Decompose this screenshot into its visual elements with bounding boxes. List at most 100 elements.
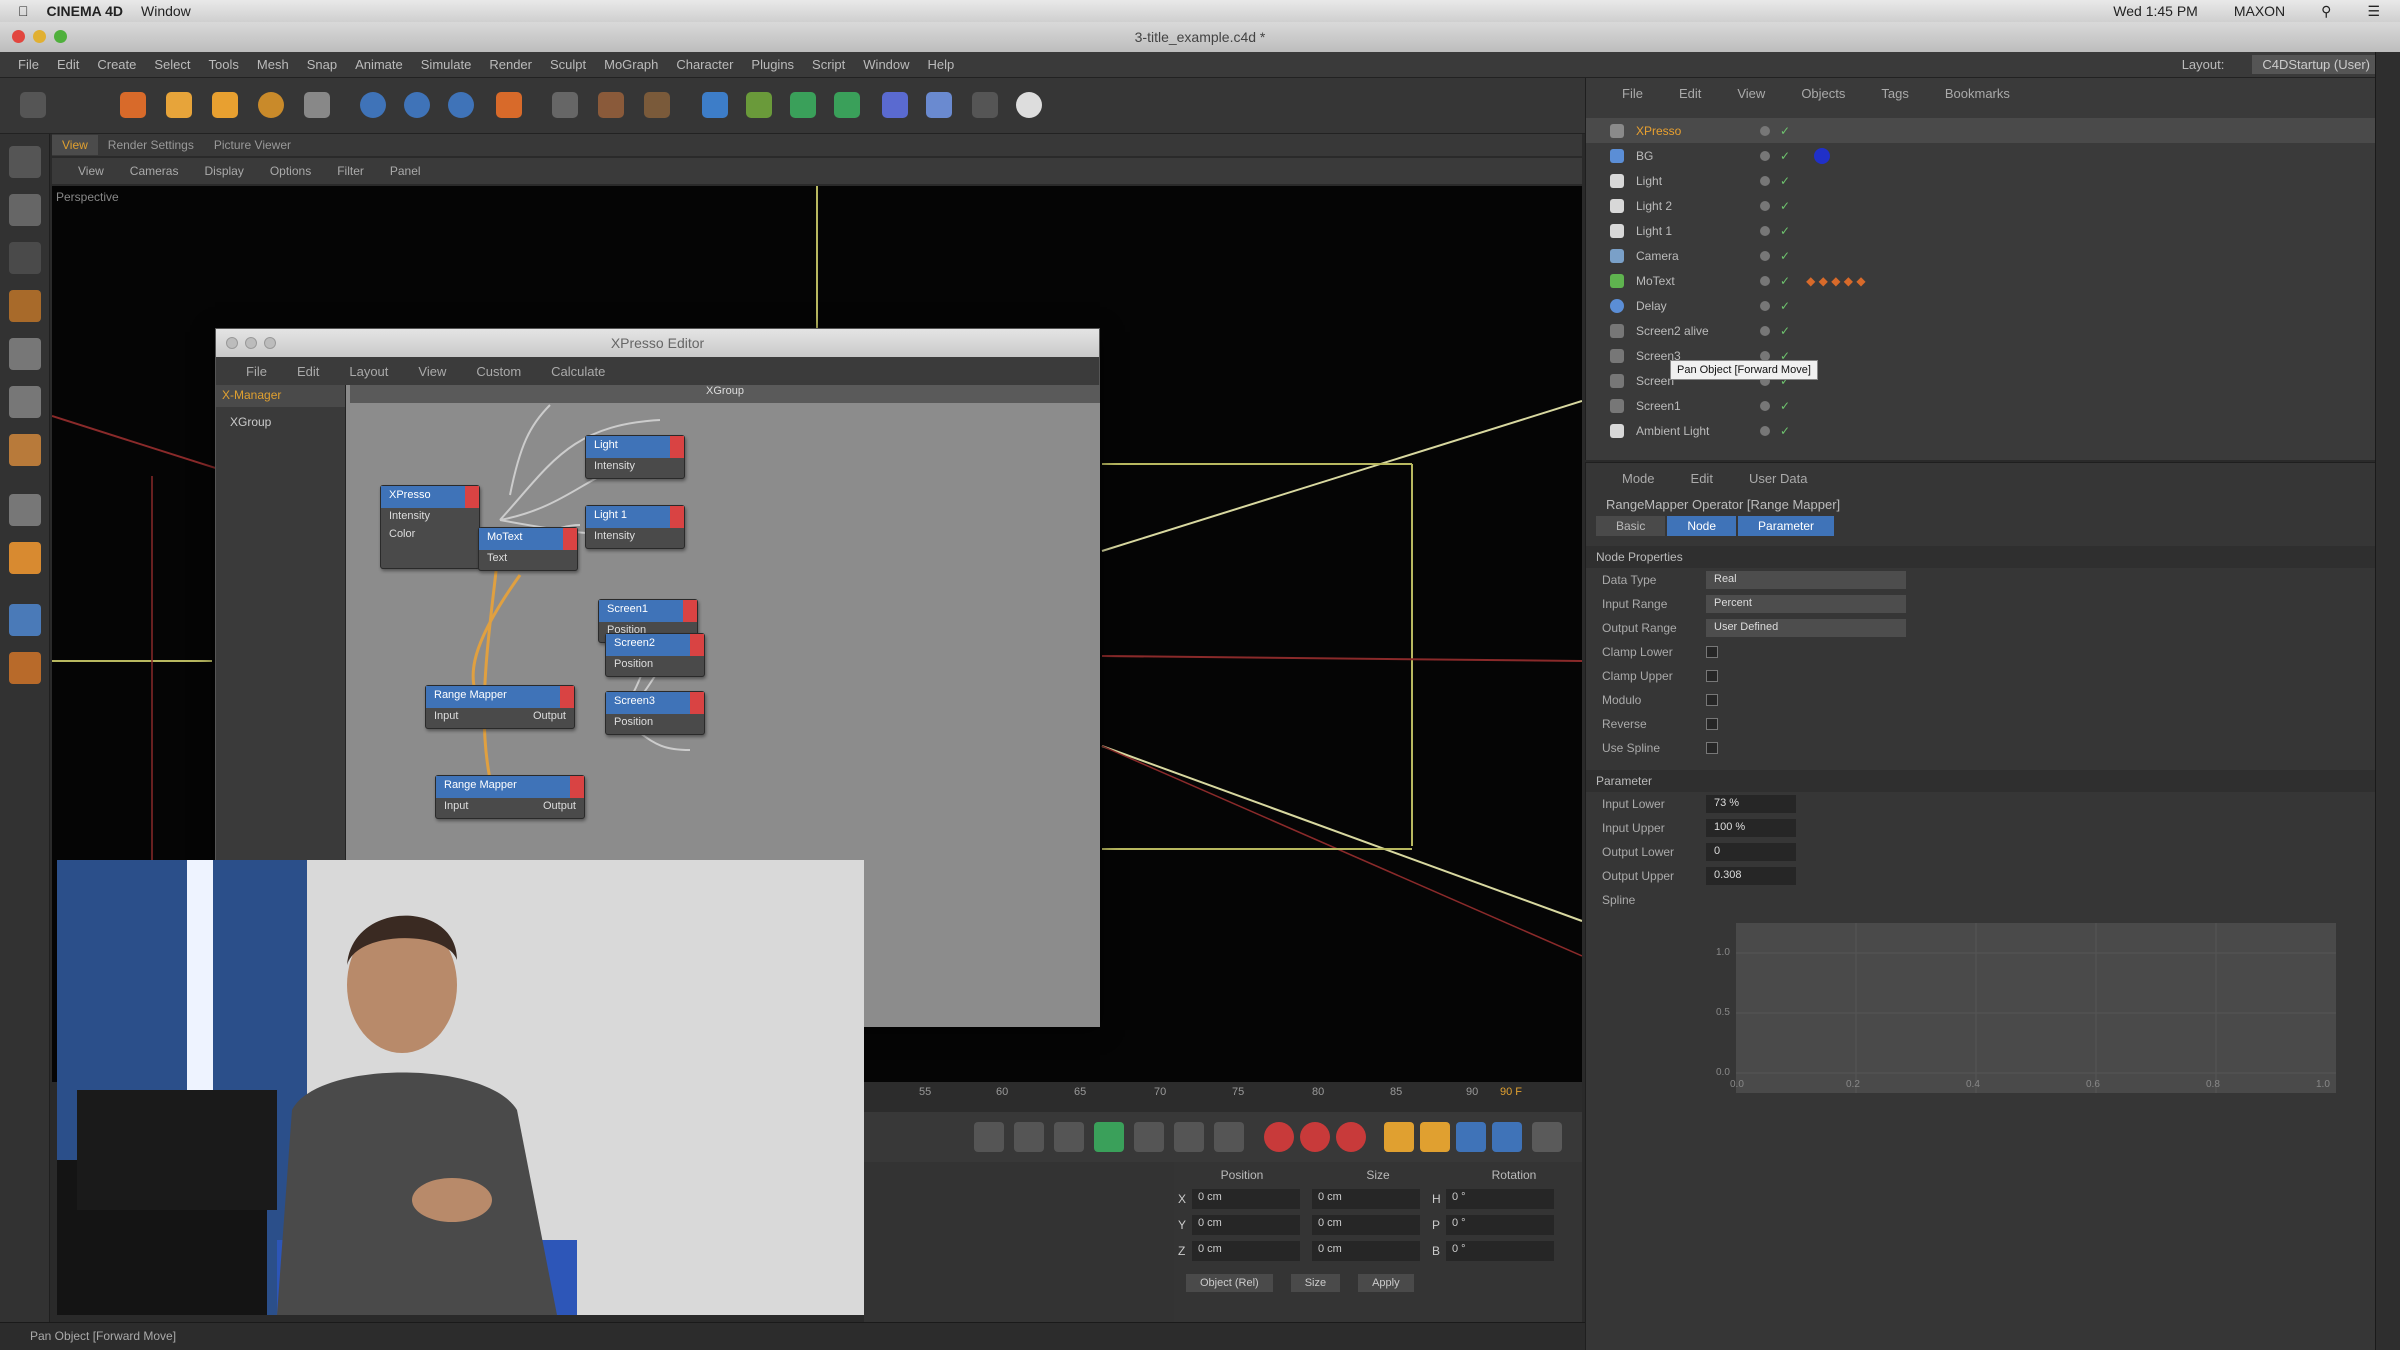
y-axis-button[interactable] [398,86,436,124]
visibility-dot[interactable] [1760,200,1770,211]
menu-select[interactable]: Select [154,57,190,72]
xpresso-minimize-button[interactable] [245,337,257,349]
key-rotation-button[interactable] [1456,1122,1486,1152]
object-row[interactable]: MoText ✓ ◆ ◆ ◆ ◆ ◆ [1586,268,2376,293]
attr-menu-edit[interactable]: Edit [1691,471,1713,486]
tab-picture-viewer[interactable]: Picture Viewer [204,135,301,155]
menu-animate[interactable]: Animate [355,57,403,72]
enabled-check-icon[interactable]: ✓ [1780,199,1790,213]
input-upper-field[interactable]: 100 % [1706,819,1796,837]
recent-tool-button[interactable] [298,86,336,124]
obj-menu-bookmarks[interactable]: Bookmarks [1945,86,2010,101]
clock[interactable]: Wed 1:45 PM [2113,3,2198,20]
output-upper-field[interactable]: 0.308 [1706,867,1796,885]
object-row[interactable]: Light ✓ [1586,168,2376,193]
node-motext[interactable]: MoText Text [478,527,578,571]
xpresso-zoom-button[interactable] [264,337,276,349]
tab-parameter[interactable]: Parameter [1738,516,1835,536]
attr-menu-user-data[interactable]: User Data [1749,471,1808,486]
object-row[interactable]: Screen2 alive ✓ [1586,318,2376,343]
make-editable-icon[interactable] [9,146,41,178]
render-picture-button[interactable] [592,86,630,124]
node-range-mapper-2[interactable]: Range Mapper Input Output [435,775,585,819]
menu-help[interactable]: Help [928,57,955,72]
node-screen2[interactable]: Screen2 Position [605,633,705,677]
xpresso-menu-layout[interactable]: Layout [349,364,388,379]
output-range-select[interactable]: User Defined [1706,619,1906,637]
model-mode-icon[interactable] [9,194,41,226]
menu-mesh[interactable]: Mesh [257,57,289,72]
x-manager-header[interactable]: X-Manager [216,385,345,407]
visibility-dot[interactable] [1760,425,1770,436]
section-node-properties[interactable]: Node Properties [1586,546,2375,568]
undo-button[interactable] [14,86,52,124]
use-spline-checkbox[interactable] [1706,742,1718,754]
xpresso-close-button[interactable] [226,337,238,349]
key-scale-button[interactable] [1420,1122,1450,1152]
visibility-dot[interactable] [1760,250,1770,261]
menu-plugins[interactable]: Plugins [751,57,794,72]
menu-window[interactable]: Window [141,3,191,19]
output-lower-field[interactable]: 0 [1706,843,1796,861]
key-pla-button[interactable] [1532,1122,1562,1152]
object-row[interactable]: Light 1 ✓ [1586,218,2376,243]
node-xpresso[interactable]: XPresso Intensity Color [380,485,480,569]
modulo-checkbox[interactable] [1706,694,1718,706]
timeline-ruler[interactable]: 55 60 65 70 75 80 85 90 90 F [864,1082,1582,1112]
spline-graph[interactable]: 1.0 0.5 0.0 0.0 0.2 0.4 0.6 0.8 1.0 [1716,923,2336,1093]
enabled-check-icon[interactable]: ✓ [1780,149,1790,163]
rot-b-field[interactable]: 0 ° [1446,1241,1554,1261]
object-row[interactable]: Ambient Light ✓ [1586,418,2376,443]
attr-menu-mode[interactable]: Mode [1622,471,1655,486]
menu-snap[interactable]: Snap [307,57,337,72]
edges-mode-icon[interactable] [9,386,41,418]
enabled-check-icon[interactable]: ✓ [1780,424,1790,438]
object-row[interactable]: Light 2 ✓ [1586,193,2376,218]
coord-system-button[interactable] [490,86,528,124]
user-name[interactable]: MAXON [2234,3,2285,20]
apply-button[interactable]: Apply [1358,1274,1414,1292]
enabled-check-icon[interactable]: ✓ [1780,299,1790,313]
object-row[interactable]: Screen1 ✓ [1586,393,2376,418]
effector-tags-icon[interactable]: ◆ ◆ ◆ ◆ ◆ [1806,274,1865,288]
render-view-button[interactable] [546,86,584,124]
visibility-dot[interactable] [1760,325,1770,336]
move-cross-button[interactable] [160,86,198,124]
render-settings-button[interactable] [638,86,676,124]
right-side-tabs[interactable] [2375,52,2400,1350]
object-row[interactable]: BG ✓ [1586,143,2376,168]
menu-script[interactable]: Script [812,57,845,72]
floor-button[interactable] [920,86,958,124]
x-axis-button[interactable] [354,86,392,124]
node-light[interactable]: Light Intensity [585,435,685,479]
visibility-dot[interactable] [1760,175,1770,186]
scale-tool-button[interactable] [206,86,244,124]
tweak-mode-icon[interactable] [9,542,41,574]
obj-menu-tags[interactable]: Tags [1881,86,1908,101]
menu-simulate[interactable]: Simulate [421,57,472,72]
xpresso-menu-edit[interactable]: Edit [297,364,319,379]
tab-node[interactable]: Node [1667,516,1737,536]
rot-h-field[interactable]: 0 ° [1446,1189,1554,1209]
node-screen3[interactable]: Screen3 Position [605,691,705,735]
xpresso-menu-calculate[interactable]: Calculate [551,364,605,379]
size-y-field[interactable]: 0 cm [1312,1215,1420,1235]
xpresso-menu-file[interactable]: File [246,364,267,379]
visibility-dot[interactable] [1760,125,1770,136]
menu-edit[interactable]: Edit [57,57,79,72]
apple-icon[interactable]:  [18,3,29,19]
points-mode-icon[interactable] [9,338,41,370]
tab-view[interactable]: View [52,135,98,155]
app-name[interactable]: CINEMA 4D [47,3,124,19]
play-button[interactable] [1094,1122,1124,1152]
viewport-menu-display[interactable]: Display [204,164,243,178]
menu-create[interactable]: Create [97,57,136,72]
key-position-button[interactable] [1384,1122,1414,1152]
xpresso-menu-custom[interactable]: Custom [476,364,521,379]
viewport-menu-cameras[interactable]: Cameras [130,164,179,178]
move-tool-button[interactable] [114,86,152,124]
enabled-check-icon[interactable]: ✓ [1780,324,1790,338]
enabled-check-icon[interactable]: ✓ [1780,274,1790,288]
rot-p-field[interactable]: 0 ° [1446,1215,1554,1235]
prev-key-button[interactable] [1014,1122,1044,1152]
